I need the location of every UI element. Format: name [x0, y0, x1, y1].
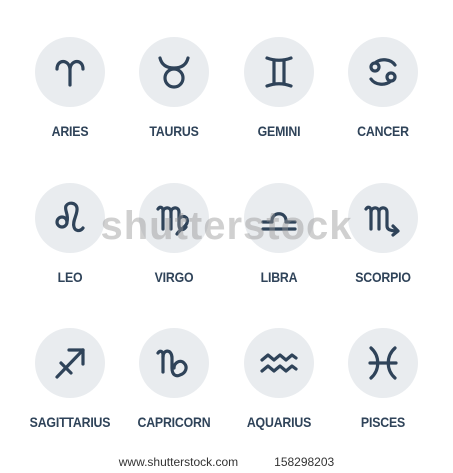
- scorpio-badge: [348, 183, 418, 253]
- libra-icon: [261, 212, 297, 231]
- sign-label: CAPRICORN: [137, 414, 211, 430]
- sign-label: SCORPIO: [355, 269, 411, 285]
- sign-label: VIRGO: [154, 269, 194, 285]
- aquarius-icon: [260, 353, 298, 373]
- sign-tile-leo: LEO: [15, 183, 125, 313]
- leo-badge: [35, 183, 105, 253]
- zodiac-grid: ARIES TAURUS GEMINI CANCER LEO VIRGO LIB…: [0, 0, 453, 473]
- sign-label: AQUARIUS: [246, 414, 312, 430]
- aquarius-badge: [244, 328, 314, 398]
- sign-label: LIBRA: [260, 269, 298, 285]
- pisces-badge: [348, 328, 418, 398]
- sign-tile-scorpio: SCORPIO: [328, 183, 438, 313]
- sign-label: LEO: [57, 269, 83, 285]
- sign-label: GEMINI: [257, 123, 301, 139]
- pisces-icon: [368, 346, 398, 380]
- scorpio-icon: [364, 205, 400, 237]
- taurus-icon: [158, 56, 190, 89]
- footer-image-id: 158298203: [274, 455, 335, 469]
- sign-tile-taurus: TAURUS: [119, 37, 229, 167]
- sign-tile-virgo: VIRGO: [119, 183, 229, 313]
- sign-label: PISCES: [360, 414, 406, 430]
- sign-tile-aries: ARIES: [15, 37, 125, 167]
- sign-tile-pisces: PISCES: [328, 328, 438, 458]
- sagittarius-icon: [55, 348, 85, 379]
- sign-tile-cancer: CANCER: [328, 37, 438, 167]
- sign-label: SAGITTARIUS: [29, 414, 111, 430]
- cancer-badge: [348, 37, 418, 107]
- capricorn-icon: [156, 349, 188, 378]
- sign-tile-capricorn: CAPRICORN: [119, 328, 229, 458]
- gemini-badge: [244, 37, 314, 107]
- sign-tile-sagittarius: SAGITTARIUS: [15, 328, 125, 458]
- sign-tile-aquarius: AQUARIUS: [224, 328, 334, 458]
- leo-icon: [55, 201, 85, 233]
- footer-bar: www.shutterstock.com 158298203: [0, 451, 453, 473]
- sign-label: TAURUS: [149, 123, 199, 139]
- taurus-badge: [139, 37, 209, 107]
- footer-site: www.shutterstock.com: [118, 455, 239, 469]
- sign-label: ARIES: [51, 123, 89, 139]
- aries-icon: [55, 59, 85, 87]
- aries-badge: [35, 37, 105, 107]
- virgo-icon: [156, 205, 189, 236]
- sign-tile-libra: LIBRA: [224, 183, 334, 313]
- virgo-badge: [139, 183, 209, 253]
- cancer-icon: [369, 58, 397, 86]
- sign-tile-gemini: GEMINI: [224, 37, 334, 167]
- capricorn-badge: [139, 328, 209, 398]
- sign-label: CANCER: [357, 123, 409, 139]
- libra-badge: [244, 183, 314, 253]
- sagittarius-badge: [35, 328, 105, 398]
- gemini-icon: [265, 56, 293, 88]
